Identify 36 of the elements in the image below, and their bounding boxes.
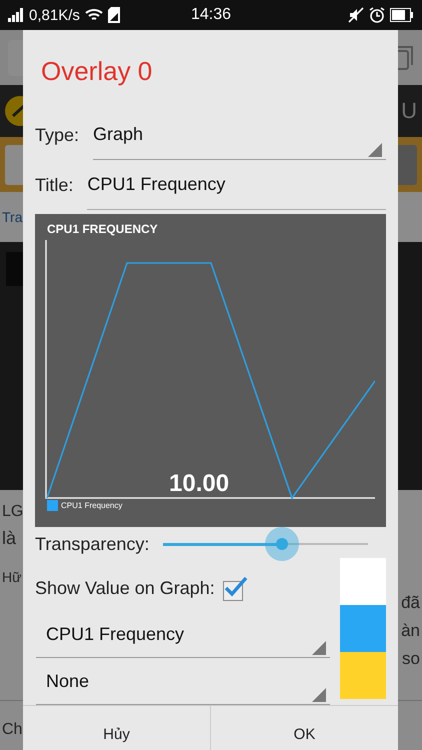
show-value-checkbox[interactable] <box>222 575 249 601</box>
legend-label: CPU1 Frequency <box>61 501 122 510</box>
signal-icon <box>8 8 24 22</box>
article-author: Hữ <box>2 568 22 586</box>
sim-icon <box>108 7 120 23</box>
graph-value: 10.00 <box>169 470 230 498</box>
clock: 14:36 <box>190 6 232 24</box>
network-speed: 0,81K/s <box>29 6 80 24</box>
mute-icon <box>348 7 364 23</box>
color-swatch[interactable] <box>340 652 386 699</box>
cancel-button[interactable]: Hủy <box>23 706 210 750</box>
source-dropdown[interactable]: CPU1 Frequency <box>36 611 330 658</box>
article-summary: so <box>402 648 420 670</box>
article-title[interactable]: Ch <box>2 720 22 741</box>
title-label: Title: <box>35 174 74 196</box>
article-title[interactable]: LG <box>2 502 24 523</box>
show-value-label: Show Value on Graph: <box>35 578 215 598</box>
wifi-icon <box>84 8 103 22</box>
legend-swatch <box>47 500 58 511</box>
type-label: Type: <box>35 124 80 146</box>
alarm-icon <box>369 7 386 23</box>
article-summary: đã <box>401 592 420 614</box>
dialog-title: Overlay 0 <box>41 56 152 86</box>
source-dropdown[interactable]: None <box>36 658 330 705</box>
article-summary: àn <box>401 620 420 642</box>
color-swatch[interactable] <box>340 605 386 652</box>
type-dropdown[interactable]: Graph <box>93 110 386 160</box>
article-title[interactable]: là <box>2 526 16 550</box>
slider-thumb[interactable] <box>265 527 300 561</box>
title-field[interactable]: CPU1 Frequency <box>87 160 386 210</box>
color-swatch[interactable] <box>340 558 386 605</box>
graph-title: CPU1 FREQUENCY <box>47 222 158 236</box>
transparency-label: Transparency: <box>35 534 150 554</box>
battery-icon <box>390 8 414 22</box>
transparency-slider[interactable] <box>163 527 368 561</box>
ok-button[interactable]: OK <box>210 706 398 750</box>
